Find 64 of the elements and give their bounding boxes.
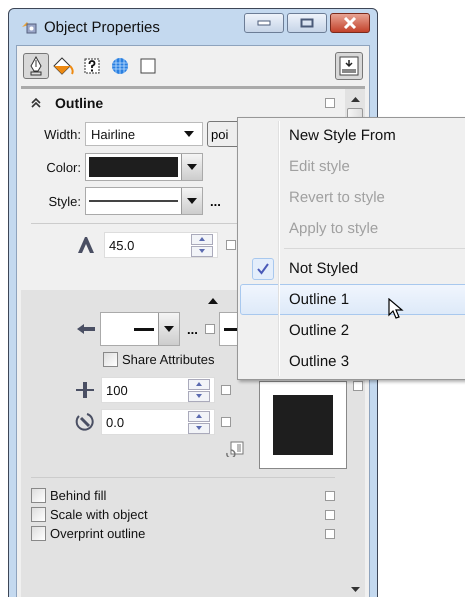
caret-icon [187,198,197,204]
arrow-icon [76,323,96,335]
reset-icon[interactable] [225,441,245,457]
share-attributes-checkbox[interactable] [103,352,118,367]
close-button[interactable] [330,13,370,33]
lock-checkbox[interactable] [353,381,363,391]
scroll-down-icon [350,587,360,592]
checkbox-label: Overprint outline [50,526,146,541]
globe-icon [111,57,129,75]
color-dropdown[interactable] [85,153,203,181]
checkbox-label: Scale with object [50,507,148,522]
field-label: Style: [47,194,81,208]
field-label: Width: [43,126,81,142]
start-arrow-dropdown[interactable] [100,312,180,346]
more-button[interactable]: ... [207,194,224,208]
miter-limit-field[interactable]: 45.0 [104,232,218,258]
close-icon [343,17,357,29]
angle-field[interactable]: 0.0 [101,409,215,435]
paint-bucket-icon [53,56,75,76]
lock-checkbox[interactable] [221,385,231,395]
stretch-icon [75,380,95,400]
question-frame-icon [82,56,102,76]
pen-nib-tab[interactable] [23,53,49,79]
caret-icon [187,164,197,170]
menu-item[interactable]: Not Styled [240,253,465,284]
expand-arrow-icon[interactable] [208,298,218,304]
stretch-field[interactable]: 100 [101,377,215,403]
line-style-dropdown[interactable] [85,187,203,215]
menu-item[interactable]: Outline 1 [240,284,465,315]
dock-button[interactable] [335,52,363,80]
collapse-icon[interactable] [31,97,41,109]
minimize-button[interactable] [244,13,284,33]
lock-checkbox[interactable] [325,510,335,520]
menu-item[interactable]: Outline 2 [240,315,465,346]
more-button[interactable]: ... [184,322,201,336]
lock-checkbox[interactable] [204,324,215,334]
pen-nib-icon [28,56,44,76]
lock-checkbox[interactable] [325,98,335,108]
minimize-icon [257,20,271,26]
mouse-cursor-icon [388,298,404,320]
lock-checkbox[interactable] [226,240,236,250]
lock-checkbox[interactable] [325,528,335,538]
option-checkbox[interactable] [31,488,46,503]
lock-checkbox[interactable] [325,490,335,500]
lock-checkbox[interactable] [221,417,231,427]
window-title: Object Properties [44,18,160,36]
width-dropdown[interactable]: Hairline [85,122,203,146]
angle-icon [75,412,95,432]
checkbox-label: Behind fill [50,488,106,503]
miter-limit-icon [76,236,96,254]
field-label: Color: [45,160,81,174]
download-icon [339,56,359,76]
square-icon [139,57,157,75]
section-title: Outline [55,95,104,111]
caret-icon [184,131,194,137]
maximize-icon [300,18,314,28]
maximize-button[interactable] [287,13,327,33]
option-checkbox[interactable] [31,507,46,522]
scroll-up-icon [350,97,360,102]
checkbox-label: Share Attributes [122,352,214,367]
option-checkbox[interactable] [31,526,46,541]
menu-item[interactable]: Outline 3 [240,346,465,377]
nib-preview[interactable] [259,381,347,469]
caret-icon [164,326,174,332]
